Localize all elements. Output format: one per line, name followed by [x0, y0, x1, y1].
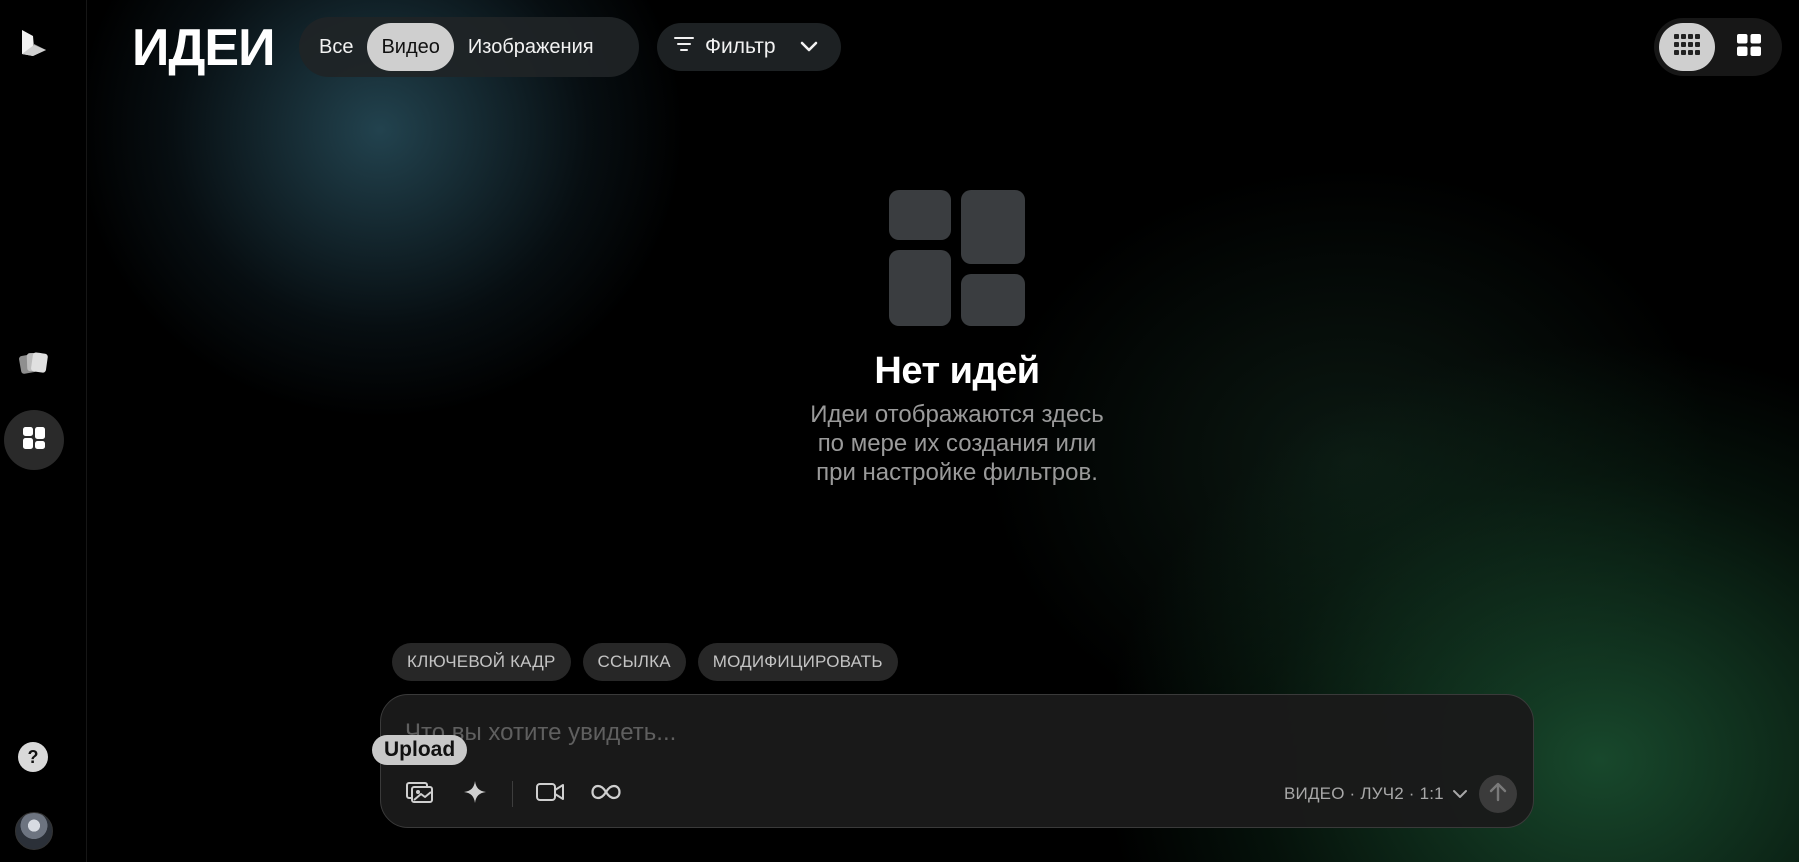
dense-grid-icon: [1674, 33, 1700, 61]
help-button[interactable]: ?: [18, 742, 48, 772]
empty-state-line: Идеи отображаются здесь: [810, 401, 1104, 428]
empty-state-line: при настройке фильтров.: [816, 459, 1098, 486]
enhance-button[interactable]: [455, 774, 495, 814]
video-mode-button[interactable]: [530, 774, 570, 814]
empty-state-description: Идеи отображаются здесь по мере их созда…: [767, 400, 1147, 487]
chip-keyframe[interactable]: КЛЮЧЕВОЙ КАДР: [392, 643, 571, 681]
loop-button[interactable]: [586, 774, 626, 814]
luma-logo-icon[interactable]: [18, 28, 48, 58]
app-root: ? ИДЕИ Все Видео Изображения Фильтр Нет …: [0, 0, 1799, 862]
toolbar-divider: [512, 781, 513, 807]
tab-all[interactable]: Все: [305, 23, 367, 71]
video-camera-icon: [536, 782, 564, 807]
prompt-input[interactable]: [403, 715, 1407, 751]
prompt-chips: КЛЮЧЕВОЙ КАДР ССЫЛКА МОДИФИЦИРОВАТЬ: [392, 643, 898, 681]
large-grid-button[interactable]: [1721, 23, 1777, 71]
tab-images[interactable]: Изображения: [454, 23, 608, 71]
image-upload-icon: [406, 780, 434, 809]
grid-icon: [22, 426, 46, 455]
generation-settings-label: ВИДЕО · ЛУЧ2 · 1:1: [1284, 784, 1444, 803]
avatar[interactable]: [15, 812, 53, 850]
infinity-icon: [591, 784, 621, 805]
dense-grid-button[interactable]: [1659, 23, 1715, 71]
upload-tooltip: Upload: [372, 735, 468, 765]
sparkle-icon: [463, 780, 487, 809]
filter-button[interactable]: Фильтр: [657, 23, 841, 71]
media-tabs: Все Видео Изображения: [299, 17, 639, 77]
tab-video[interactable]: Видео: [367, 23, 454, 71]
arrow-up-icon: [1489, 782, 1507, 807]
chevron-down-icon: [1452, 784, 1468, 804]
empty-state-title: Нет идей: [874, 350, 1040, 392]
sidebar: ?: [0, 0, 87, 862]
chevron-down-icon: [800, 35, 818, 59]
send-button[interactable]: [1479, 775, 1517, 813]
sidebar-item-ideas[interactable]: [4, 410, 64, 470]
page-title: ИДЕИ: [132, 19, 275, 77]
filter-lines-icon: [673, 35, 695, 59]
generation-settings-dropdown[interactable]: ВИДЕО · ЛУЧ2 · 1:1: [1284, 778, 1468, 810]
chip-reference[interactable]: ССЫЛКА: [582, 643, 686, 681]
view-mode-toggle: [1654, 18, 1782, 76]
empty-state-line: по мере их создания или: [817, 430, 1097, 457]
placeholder-tiles-icon: [889, 190, 1025, 326]
help-icon: ?: [27, 746, 39, 767]
large-grid-icon: [1737, 33, 1761, 61]
chip-modify[interactable]: МОДИФИЦИРОВАТЬ: [697, 643, 898, 681]
upload-image-button[interactable]: [400, 774, 440, 814]
filter-label: Фильтр: [705, 35, 776, 58]
